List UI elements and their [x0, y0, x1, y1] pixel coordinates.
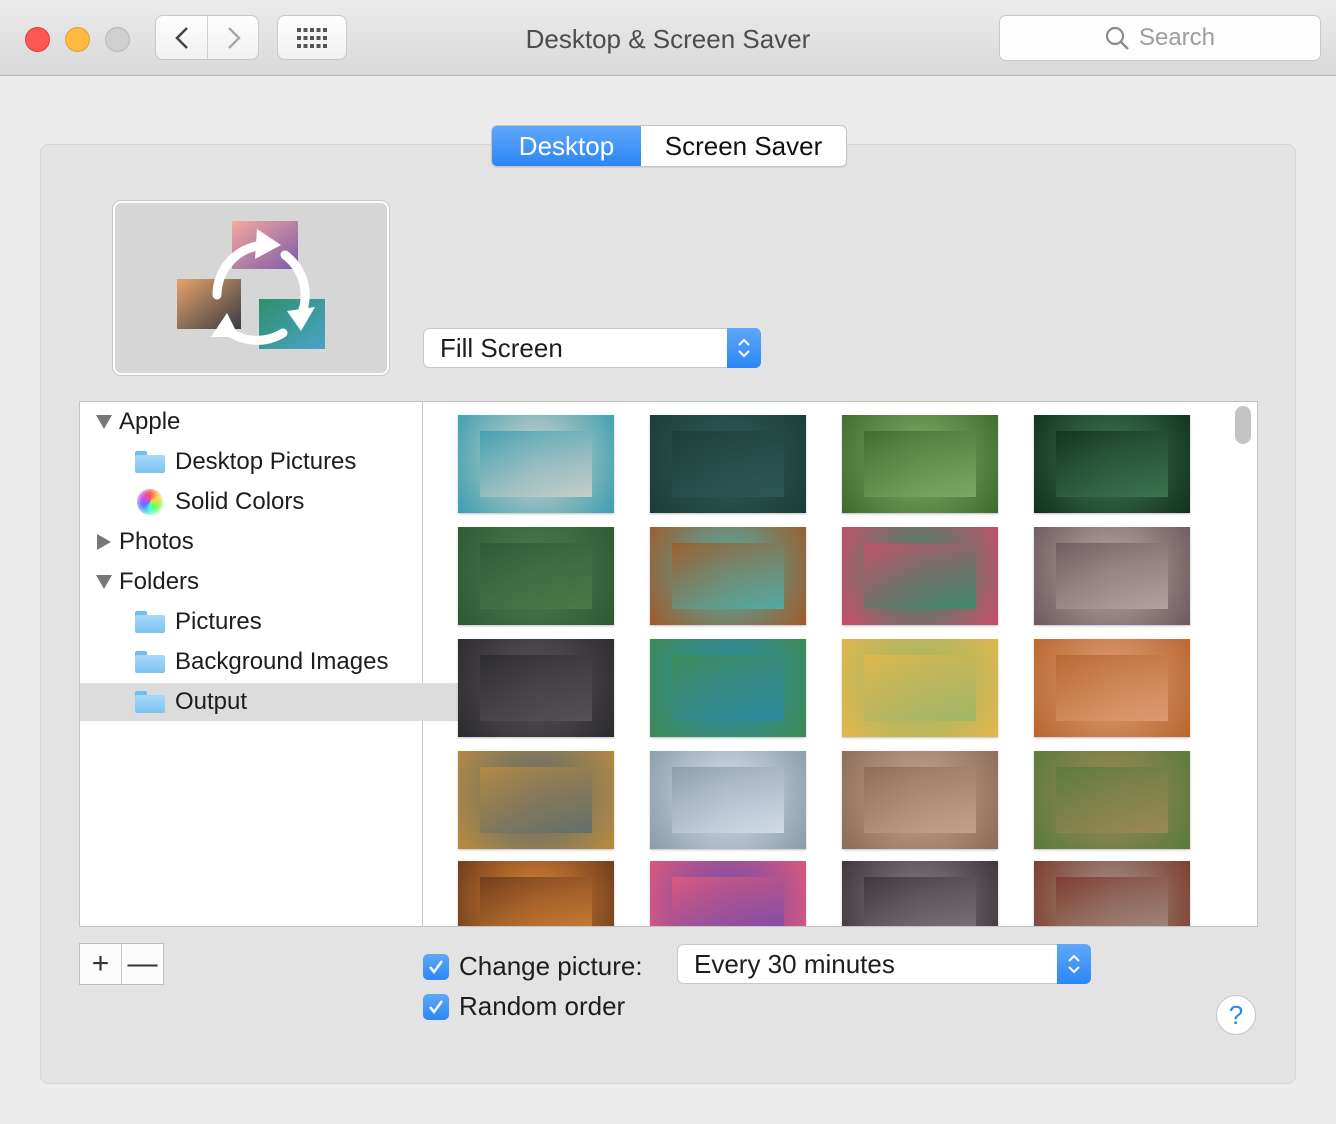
wallpaper-thumbnail[interactable] [842, 639, 998, 737]
add-remove-control: + — [79, 943, 164, 985]
wallpaper-thumbnail[interactable] [1034, 751, 1190, 849]
wallpaper-thumbnail[interactable] [650, 639, 806, 737]
random-order-label: Random order [459, 991, 626, 1021]
thumbnail-image [864, 767, 976, 833]
wallpaper-thumbnail[interactable] [842, 861, 998, 926]
disclosure-triangle-open-icon [96, 575, 112, 589]
sidebar-item-background-images[interactable]: Background Images [80, 643, 477, 681]
thumbnail-image [672, 767, 784, 833]
help-button[interactable]: ? [1216, 995, 1256, 1035]
wallpaper-thumbnail[interactable] [650, 415, 806, 513]
desktop-preview [113, 201, 389, 375]
wallpaper-thumbnail[interactable] [1034, 415, 1190, 513]
thumbnail-image [1056, 877, 1168, 926]
thumbnail-image [672, 543, 784, 609]
sidebar-item-label: Solid Colors [175, 488, 305, 515]
tab-bar: Desktop Screen Saver [491, 125, 847, 167]
wallpaper-thumbnail[interactable] [1034, 861, 1190, 926]
wallpaper-thumbnail[interactable] [458, 527, 614, 625]
wallpaper-thumbnail[interactable] [458, 861, 614, 926]
search-icon [1105, 26, 1129, 50]
thumbnail-grid [424, 402, 1257, 926]
sidebar-item-photos[interactable]: Photos [80, 523, 439, 561]
disclosure-triangle-closed-icon [97, 534, 111, 550]
thumbnail-image [480, 767, 592, 833]
thumbnail-image [672, 655, 784, 721]
thumbnail-image [480, 543, 592, 609]
change-interval-value: Every 30 minutes [694, 948, 895, 979]
wallpaper-thumbnail[interactable] [1034, 527, 1190, 625]
wallpaper-thumbnail[interactable] [842, 751, 998, 849]
tab-desktop[interactable]: Desktop [492, 126, 641, 166]
folder-icon [135, 691, 165, 713]
sidebar-item-solid-colors[interactable]: Solid Colors [80, 483, 479, 521]
sidebar-item-label: Photos [119, 528, 194, 555]
wallpaper-thumbnail[interactable] [458, 639, 614, 737]
popup-arrows-icon [1057, 944, 1091, 984]
thumbnail-image [672, 877, 784, 926]
thumbnail-image [480, 431, 592, 497]
pictures-folder-icon [135, 611, 165, 633]
wallpaper-thumbnail[interactable] [458, 751, 614, 849]
change-interval-popup[interactable]: Every 30 minutes [677, 944, 1091, 984]
checkmark-icon [423, 953, 449, 980]
source-list: Apple Desktop Pictures Solid Colors Phot… [80, 402, 477, 926]
folder-icon [135, 451, 165, 473]
thumbnail-image [1056, 655, 1168, 721]
fit-mode-popup[interactable]: Fill Screen [423, 328, 761, 368]
sidebar-item-pictures[interactable]: Pictures [80, 603, 477, 641]
change-picture-label: Change picture: [459, 951, 643, 981]
sidebar-item-label: Output [175, 688, 248, 715]
tab-screen-saver[interactable]: Screen Saver [641, 126, 846, 166]
thumbnail-image [672, 431, 784, 497]
thumbnail-image [1056, 543, 1168, 609]
sidebar-item-output[interactable]: Output [80, 683, 477, 721]
fit-mode-value: Fill Screen [440, 332, 563, 363]
add-folder-button[interactable]: + [80, 944, 121, 984]
remove-folder-button[interactable]: — [122, 944, 163, 984]
search-field[interactable]: Search [999, 15, 1321, 61]
wallpaper-thumbnail[interactable] [650, 751, 806, 849]
thumbnail-image [864, 877, 976, 926]
vertical-scrollbar[interactable] [1235, 406, 1251, 444]
folder-icon [135, 651, 165, 673]
color-wheel-icon [137, 489, 163, 515]
sidebar-item-label: Background Images [175, 648, 389, 675]
thumbnail-image [1056, 431, 1168, 497]
sidebar-item-label: Folders [119, 568, 200, 595]
thumbnail-image [864, 431, 976, 497]
sidebar-item-folders[interactable]: Folders [80, 563, 438, 601]
sidebar-item-label: Desktop Pictures [175, 448, 357, 475]
popup-arrows-icon [727, 328, 761, 368]
disclosure-triangle-open-icon [96, 415, 112, 429]
title-bar: Desktop & Screen Saver Search [0, 0, 1336, 76]
sidebar-item-apple[interactable]: Apple [80, 403, 438, 441]
thumbnail-image [480, 877, 592, 926]
wallpaper-thumbnail[interactable] [650, 527, 806, 625]
wallpaper-thumbnail[interactable] [1034, 639, 1190, 737]
thumbnail-image [864, 543, 976, 609]
thumbnail-image [1056, 767, 1168, 833]
picture-browser: Apple Desktop Pictures Solid Colors Phot… [79, 401, 1258, 927]
wallpaper-thumbnail[interactable] [842, 415, 998, 513]
rotating-pictures-icon [177, 221, 325, 349]
sidebar-item-desktop-pictures[interactable]: Desktop Pictures [80, 443, 477, 481]
change-picture-checkbox[interactable]: Change picture: [423, 951, 643, 982]
wallpaper-thumbnail[interactable] [458, 415, 614, 513]
sidebar-item-label: Apple [119, 408, 181, 435]
wallpaper-thumbnail[interactable] [842, 527, 998, 625]
random-order-checkbox[interactable]: Random order [423, 991, 625, 1022]
sidebar-item-label: Pictures [175, 608, 262, 635]
thumbnail-image [480, 655, 592, 721]
checkmark-icon [423, 993, 449, 1020]
thumbnail-image [864, 655, 976, 721]
search-placeholder: Search [1138, 24, 1216, 51]
wallpaper-thumbnail[interactable] [650, 861, 806, 926]
